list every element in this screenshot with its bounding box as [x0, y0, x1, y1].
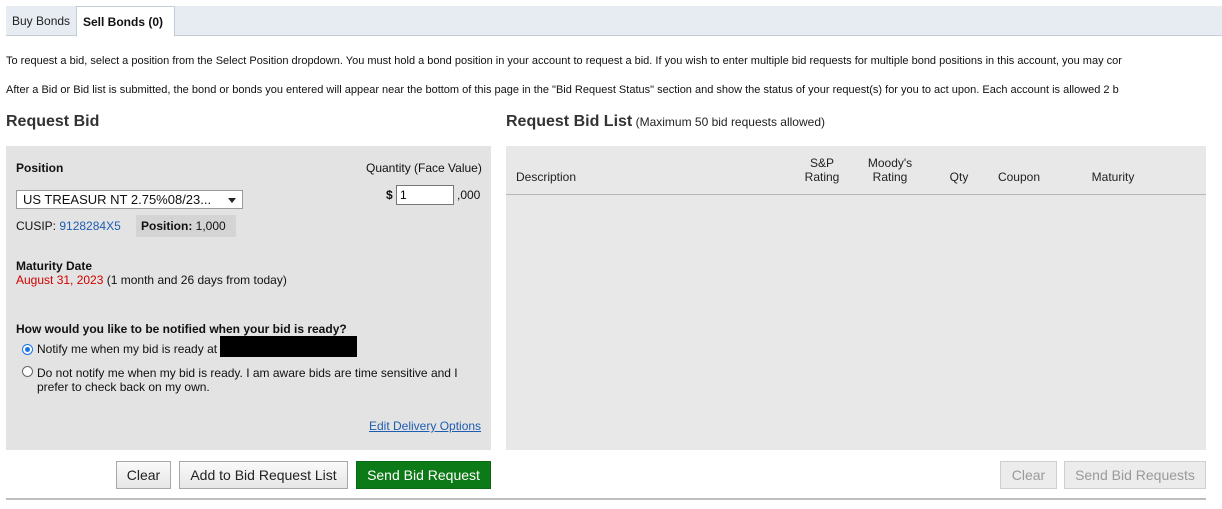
col-moodys-line1: Moody's — [867, 156, 913, 170]
col-sp-line2: Rating — [804, 170, 840, 184]
notify-option-2-label-line2: prefer to check back on my own. — [37, 380, 210, 394]
bid-list-panel — [506, 146, 1206, 450]
position-chip-label: Position: — [141, 219, 193, 233]
maturity-relative: (1 month and 26 days from today) — [106, 273, 287, 287]
request-bid-list-note: (Maximum 50 bid requests allowed) — [635, 115, 825, 129]
cusip-link[interactable]: 9128284X5 — [59, 219, 120, 233]
position-select-value: US TREASUR NT 2.75%08/23... — [23, 192, 212, 207]
col-moodys-rating: Moody's Rating — [860, 156, 920, 184]
position-chip-value: 1,000 — [195, 219, 226, 233]
request-bid-title: Request Bid — [6, 113, 100, 130]
chevron-down-icon — [228, 198, 236, 203]
col-moodys-line2: Rating — [872, 170, 908, 184]
notify-radio-yes[interactable] — [22, 344, 33, 355]
table-header-divider — [506, 194, 1206, 195]
request-bid-list-header: Request Bid List (Maximum 50 bid request… — [506, 113, 825, 131]
edit-delivery-options-link[interactable]: Edit Delivery Options — [369, 419, 481, 433]
quantity-input[interactable] — [396, 185, 454, 205]
intro-text-2: After a Bid or Bid list is submitted, th… — [6, 84, 1119, 96]
col-sp-line1: S&P — [809, 156, 834, 170]
send-bid-requests-button[interactable]: Send Bid Requests — [1064, 461, 1206, 489]
col-sp-rating: S&P Rating — [797, 156, 847, 184]
request-bid-list-title: Request Bid List — [506, 113, 633, 130]
position-chip: Position: 1,000 — [136, 215, 236, 237]
maturity-label: Maturity Date — [16, 259, 93, 273]
send-bid-request-button[interactable]: Send Bid Request — [356, 461, 491, 489]
position-select[interactable]: US TREASUR NT 2.75%08/23... — [16, 190, 243, 209]
cusip-row: CUSIP: 9128284X5 — [16, 219, 121, 233]
maturity-row: August 31, 2023 (1 month and 26 days fro… — [16, 273, 287, 287]
quantity-suffix: ,000 — [457, 188, 481, 202]
tab-buy-bonds[interactable]: Buy Bonds — [6, 6, 75, 36]
notify-radio-no[interactable] — [22, 366, 33, 377]
col-coupon: Coupon — [997, 170, 1041, 184]
col-maturity: Maturity — [1091, 170, 1135, 184]
notify-option-1-label: Notify me when my bid is ready at — [37, 342, 218, 356]
add-to-bid-request-list-button[interactable]: Add to Bid Request List — [179, 461, 348, 489]
position-label: Position — [16, 161, 64, 175]
col-description: Description — [516, 170, 577, 184]
maturity-date: August 31, 2023 — [16, 273, 104, 287]
dollar-sign: $ — [386, 188, 393, 202]
notify-question: How would you like to be notified when y… — [16, 322, 347, 336]
tab-bar: Buy Bonds Sell Bonds (0) — [6, 6, 1222, 37]
bottom-divider — [6, 498, 1206, 500]
clear-button[interactable]: Clear — [116, 461, 171, 489]
cusip-label: CUSIP: — [16, 219, 57, 233]
col-qty: Qty — [949, 170, 969, 184]
notify-option-2-label-line1: Do not notify me when my bid is ready. I… — [37, 366, 458, 380]
quantity-label: Quantity (Face Value) — [366, 161, 482, 175]
bid-list-clear-button[interactable]: Clear — [1000, 461, 1057, 489]
redacted-email — [220, 336, 357, 357]
tab-sell-bonds[interactable]: Sell Bonds (0) — [76, 6, 175, 37]
intro-text-1: To request a bid, select a position from… — [6, 55, 1122, 67]
